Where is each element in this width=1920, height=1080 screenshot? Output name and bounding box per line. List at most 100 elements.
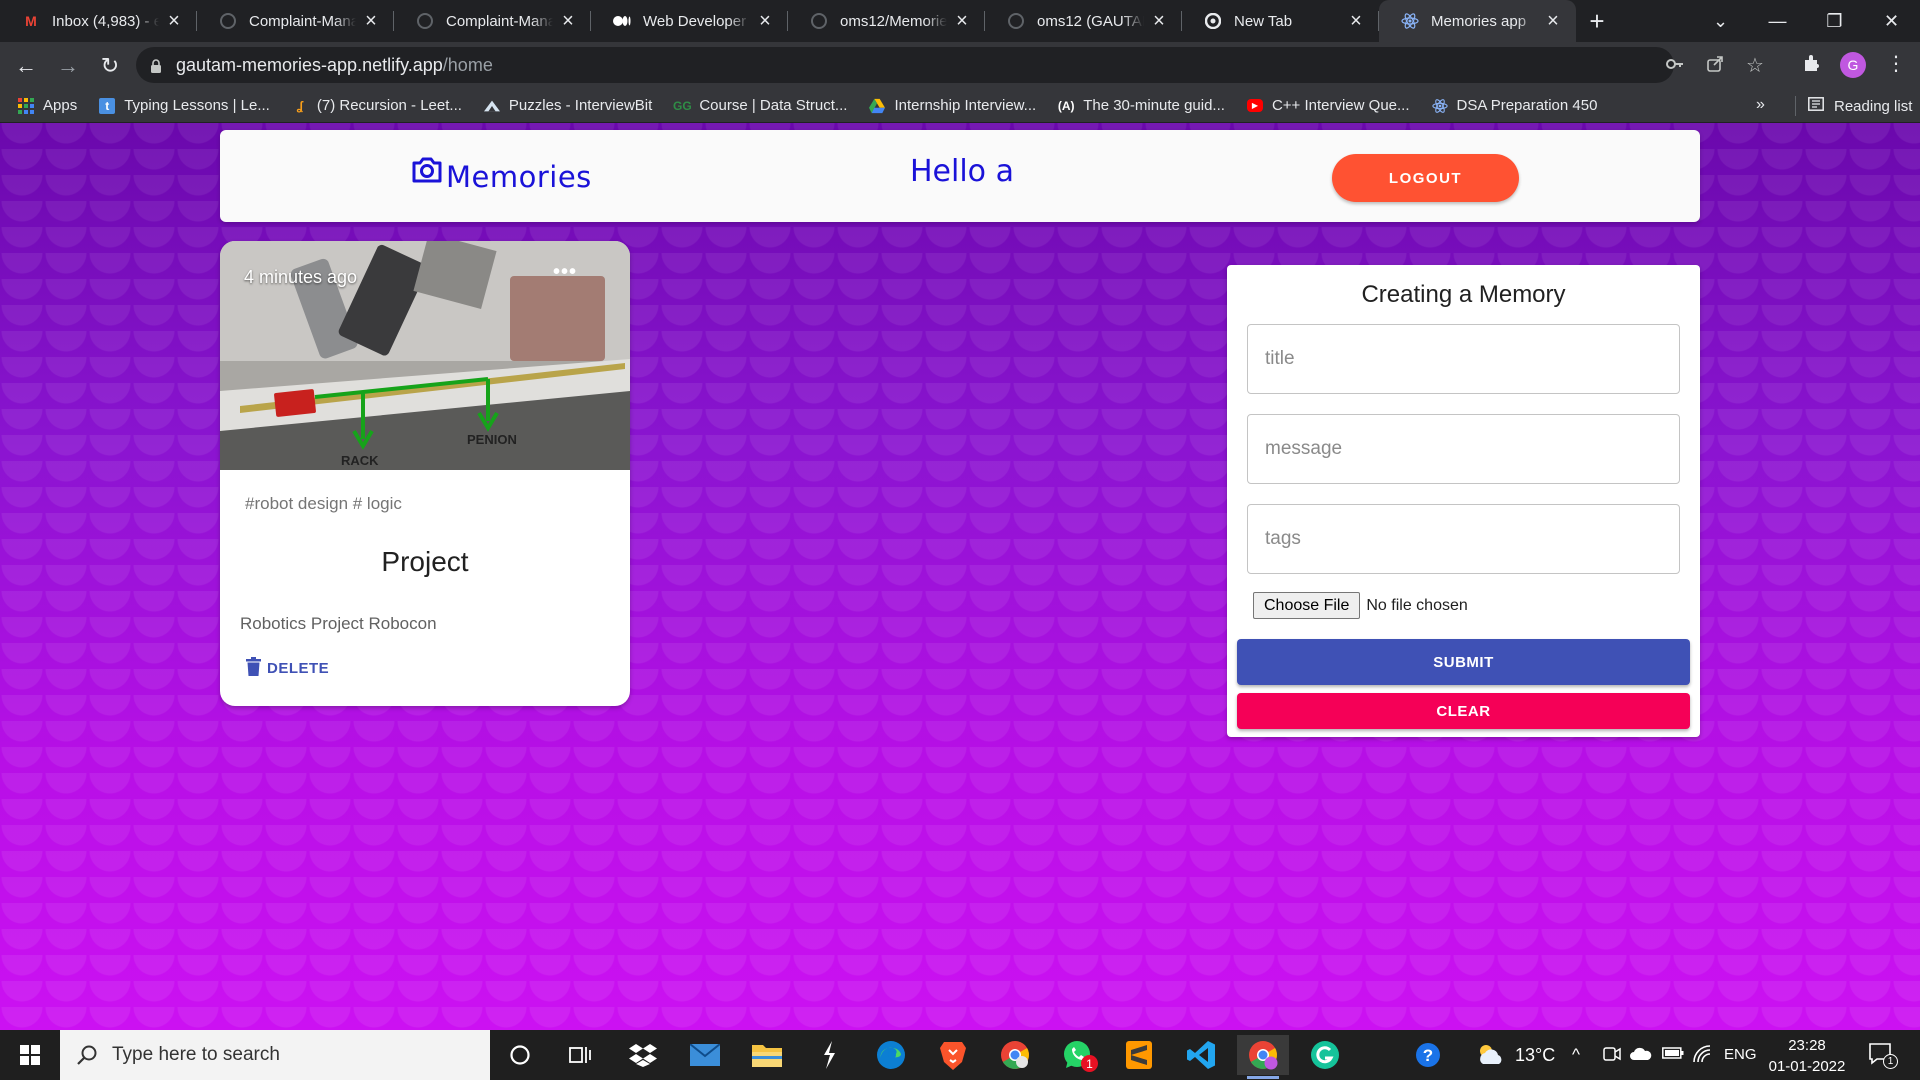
weather-icon[interactable] (1475, 1042, 1505, 1071)
bookmark-dsa-preparation[interactable]: DSA Preparation 450 (1431, 97, 1597, 114)
bookmark-puzzles-interviewbit[interactable]: Puzzles - InterviewBit (483, 97, 652, 114)
profile-avatar[interactable]: G (1840, 52, 1866, 78)
taskbar-search[interactable]: Type here to search (60, 1030, 490, 1080)
battery-icon[interactable] (1662, 1045, 1684, 1065)
brave-icon[interactable] (927, 1035, 979, 1075)
language-indicator[interactable]: ENG (1724, 1046, 1757, 1063)
tab-close-icon[interactable]: × (953, 10, 971, 32)
bookmark-label: (7) Recursion - Leet... (316, 97, 462, 114)
more-options-icon[interactable]: ••• (550, 261, 580, 291)
wifi-icon[interactable] (1692, 1045, 1712, 1068)
tab-oms12-profile[interactable]: oms12 (GAUTAM × (985, 0, 1182, 42)
app-shortcut-icon[interactable] (803, 1035, 855, 1075)
mail-icon[interactable] (679, 1035, 731, 1075)
tab-memories-app[interactable]: Memories app × (1379, 0, 1576, 42)
lock-icon[interactable] (150, 59, 162, 73)
message-input[interactable] (1247, 414, 1680, 484)
file-explorer-icon[interactable] (741, 1035, 793, 1075)
logout-button[interactable]: LOGOUT (1332, 154, 1519, 202)
tab-web-developer[interactable]: Web Developer R × (591, 0, 788, 42)
grammarly-icon[interactable] (1299, 1035, 1351, 1075)
tab-title: Memories app (1431, 12, 1527, 30)
bookmark-cpp-interview[interactable]: ▶ C++ Interview Que... (1246, 97, 1410, 114)
bookmark-label: The 30-minute guid... (1083, 97, 1225, 114)
notifications-icon[interactable]: 1 (1868, 1042, 1898, 1073)
reading-list-icon (1808, 97, 1824, 115)
bookmark-recursion-leetcode[interactable]: ʆ (7) Recursion - Leet... (292, 97, 462, 114)
brand-title: Memories (446, 160, 592, 194)
temperature[interactable]: 13°C (1515, 1045, 1555, 1066)
tab-close-icon[interactable]: × (559, 10, 577, 32)
tab-gmail[interactable]: M Inbox (4,983) - ee × (0, 0, 197, 42)
dropbox-icon[interactable] (617, 1035, 669, 1075)
extensions-icon[interactable] (1802, 53, 1822, 79)
medium-icon (613, 12, 631, 30)
clear-button[interactable]: CLEAR (1237, 693, 1690, 729)
github-icon (1007, 12, 1025, 30)
windows-logo-icon (20, 1045, 40, 1065)
forward-icon[interactable]: → (48, 46, 88, 86)
clock-date: 01-01-2022 (1768, 1058, 1846, 1075)
tray-overflow-icon[interactable]: ^ (1572, 1045, 1580, 1065)
chrome-active-icon[interactable] (1237, 1035, 1289, 1079)
tab-complaint-manager-2[interactable]: Complaint-Manag × (394, 0, 591, 42)
tab-oms12-memories[interactable]: oms12/Memories × (788, 0, 985, 42)
app-header: Memories Hello a LOGOUT (220, 130, 1700, 222)
address-bar[interactable]: gautam-memories-app.netlify.app/home ☆ (136, 47, 1764, 83)
onedrive-icon[interactable] (1630, 1045, 1652, 1065)
tab-search-icon[interactable]: ⌄ (1692, 0, 1749, 42)
sublime-text-icon[interactable] (1113, 1035, 1165, 1075)
youtube-icon: ▶ (1246, 99, 1263, 112)
browser-menu-icon[interactable]: ⋮ (1886, 51, 1906, 76)
tags-input[interactable] (1247, 504, 1680, 574)
page-viewport: Memories Hello a LOGOUT RACK PENION 4 mi… (0, 123, 1920, 1030)
whatsapp-icon[interactable]: 1 (1051, 1035, 1103, 1075)
password-key-icon[interactable] (1666, 55, 1684, 78)
tab-close-icon[interactable]: × (1347, 10, 1365, 32)
minimize-icon[interactable]: — (1749, 0, 1806, 42)
cortana-icon[interactable] (494, 1035, 546, 1075)
back-icon[interactable]: ← (6, 46, 46, 86)
meet-now-icon[interactable] (1603, 1045, 1621, 1068)
bookmark-typing-lessons[interactable]: t Typing Lessons | Le... (99, 97, 270, 114)
tab-close-icon[interactable]: × (362, 10, 380, 32)
tab-close-icon[interactable]: × (1150, 10, 1168, 32)
restore-icon[interactable]: ❐ (1806, 0, 1863, 42)
bookmark-label: Internship Interview... (894, 97, 1037, 114)
tab-close-icon[interactable]: × (756, 10, 774, 32)
tab-close-icon[interactable]: × (165, 10, 183, 32)
vscode-icon[interactable] (1175, 1035, 1227, 1075)
bookmark-star-icon[interactable]: ☆ (1746, 53, 1764, 78)
rack-label: RACK (341, 453, 379, 468)
memory-image: RACK PENION 4 minutes ago ••• (220, 241, 630, 470)
share-icon[interactable] (1706, 55, 1724, 78)
clock[interactable]: 23:28 01-01-2022 (1762, 1035, 1852, 1077)
a-icon: (A) (1057, 98, 1075, 113)
edge-icon[interactable] (865, 1035, 917, 1075)
brand[interactable]: Memories (410, 150, 592, 194)
bookmark-30-minute-guide[interactable]: (A) The 30-minute guid... (1058, 97, 1225, 114)
window-close-icon[interactable]: ✕ (1863, 0, 1920, 42)
reading-list-button[interactable]: Reading list (1795, 96, 1912, 116)
browser-tab-strip: M Inbox (4,983) - ee × Complaint-Manag ×… (0, 0, 1920, 42)
title-input[interactable] (1247, 324, 1680, 394)
bookmark-data-structures-course[interactable]: GG Course | Data Struct... (673, 97, 847, 114)
tab-new-tab[interactable]: New Tab × (1182, 0, 1379, 42)
reload-icon[interactable]: ↻ (90, 46, 130, 86)
tab-complaint-manager-1[interactable]: Complaint-Manag × (197, 0, 394, 42)
choose-file-button[interactable]: Choose File (1253, 592, 1361, 619)
whatsapp-badge: 1 (1081, 1055, 1098, 1072)
bookmarks-overflow-button[interactable]: » (1756, 96, 1765, 114)
submit-button[interactable]: SUBMIT (1237, 639, 1690, 685)
chrome-profile-icon[interactable] (989, 1035, 1041, 1075)
bookmark-internship-interview[interactable]: Internship Interview... (869, 97, 1036, 114)
new-tab-button[interactable]: + (1576, 0, 1618, 42)
delete-button[interactable]: DELETE (246, 657, 329, 680)
start-button[interactable] (0, 1030, 60, 1080)
tab-close-icon[interactable]: × (1544, 10, 1562, 32)
help-icon[interactable]: ? (1414, 1041, 1442, 1074)
bookmark-apps[interactable]: Apps (18, 97, 77, 114)
url-text[interactable]: gautam-memories-app.netlify.app/home (176, 55, 493, 76)
taskbar-search-placeholder: Type here to search (112, 1044, 280, 1065)
task-view-icon[interactable] (554, 1035, 606, 1075)
